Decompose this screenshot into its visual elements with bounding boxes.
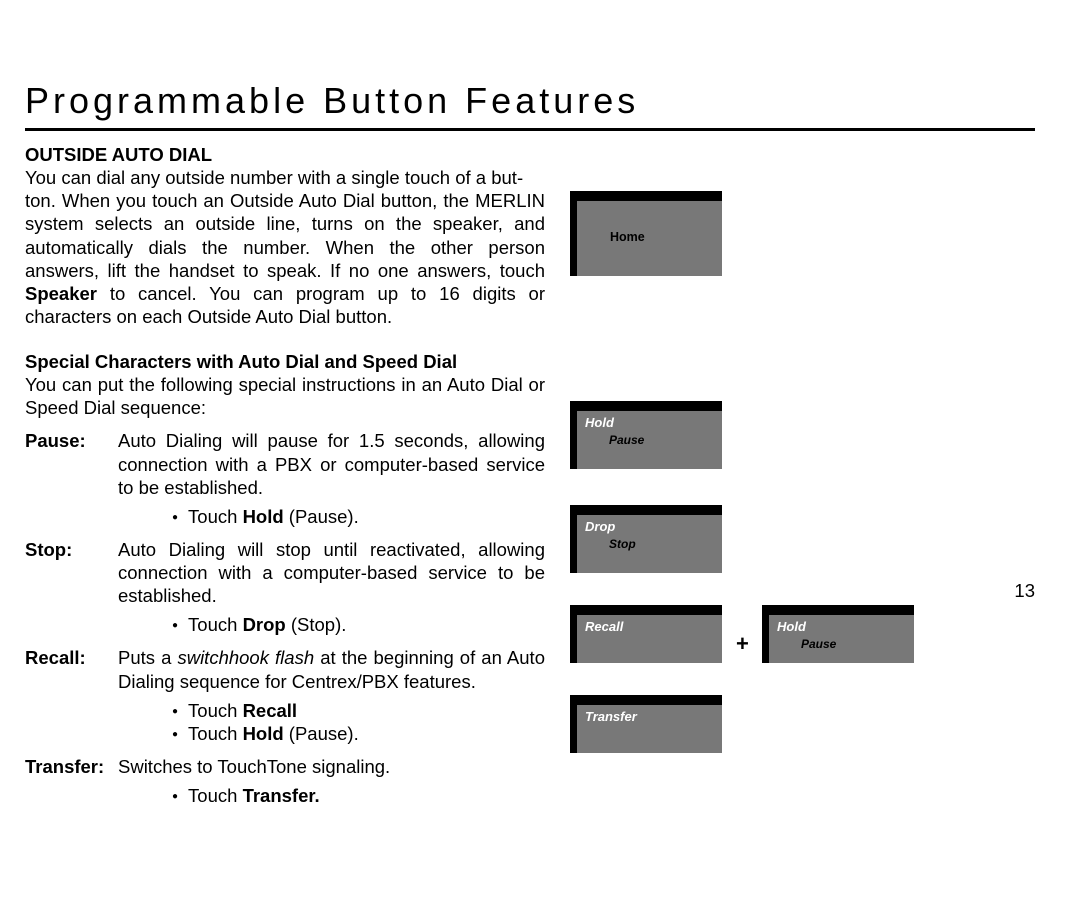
phone-button-hold-2: Hold Pause <box>762 605 914 663</box>
button-label: Recall <box>585 619 623 634</box>
sub-heading: Special Characters with Auto Dial and Sp… <box>25 350 545 373</box>
bullet-item: Touch Transfer. <box>172 784 545 807</box>
def-body: Auto Dialing will stop until reactivated… <box>118 539 545 606</box>
phone-button-transfer: Transfer <box>570 695 722 753</box>
button-label: Hold <box>777 619 806 634</box>
page-number: 13 <box>1014 580 1035 602</box>
def-body: Puts a switchhook flash at the beginning… <box>118 647 545 691</box>
button-sublabel: Pause <box>609 433 644 447</box>
def-term-stop: Stop: <box>25 538 118 637</box>
bullet-item: Touch Drop (Stop). <box>172 613 545 636</box>
phone-button-hold: Hold Pause <box>570 401 722 469</box>
phone-button-home: Home <box>570 191 722 276</box>
button-sublabel: Stop <box>609 537 636 551</box>
bullet-item: Touch Hold (Pause). <box>172 505 545 528</box>
page-title: Programmable Button Features <box>25 80 1035 122</box>
button-sublabel: Pause <box>801 637 836 651</box>
bullet-item: Touch Hold (Pause). <box>172 722 545 745</box>
def-body: Switches to TouchTone signaling. <box>118 756 390 777</box>
body-text: You can put the following special instru… <box>25 373 545 419</box>
phone-button-recall: Recall <box>570 605 722 663</box>
section-heading: OUTSIDE AUTO DIAL <box>25 143 545 166</box>
plus-icon: + <box>736 631 749 657</box>
def-term-transfer: Transfer: <box>25 755 118 807</box>
button-label: Hold <box>585 415 614 430</box>
button-label: Home <box>610 230 645 244</box>
phone-button-drop: Drop Stop <box>570 505 722 573</box>
body-text: You can dial any outside number with a s… <box>25 166 545 328</box>
def-term-pause: Pause: <box>25 429 118 528</box>
bullet-item: Touch Recall <box>172 699 545 722</box>
title-rule <box>25 128 1035 131</box>
def-body: Auto Dialing will pause for 1.5 seconds,… <box>118 430 545 497</box>
button-label: Drop <box>585 519 615 534</box>
def-term-recall: Recall: <box>25 646 118 745</box>
button-label: Transfer <box>585 709 637 724</box>
